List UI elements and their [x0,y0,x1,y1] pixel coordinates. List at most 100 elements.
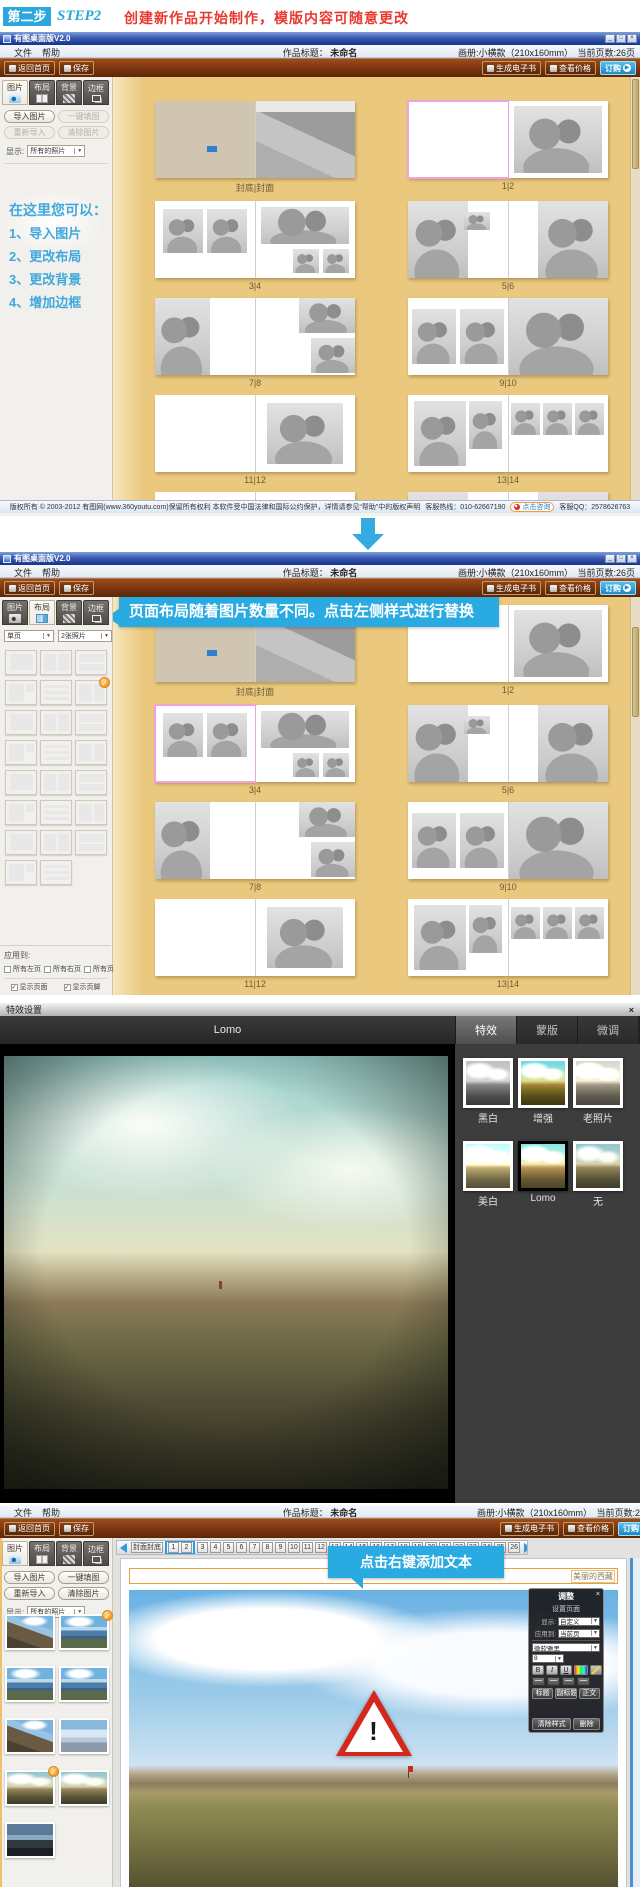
tab-边框[interactable]: 边框 [83,600,109,625]
minimize-button[interactable]: _ [605,34,615,43]
spread-3|4[interactable] [155,705,355,782]
ebook-button[interactable]: 生成电子书 [482,61,541,75]
scrollbar[interactable] [630,77,640,500]
checkbox-显示页脚[interactable]: ✓显示页脚 [64,982,101,992]
page-right[interactable] [509,802,609,879]
page-left[interactable] [408,802,509,879]
page-right[interactable] [509,899,609,976]
page-type-select[interactable]: 单页▼ [4,630,54,642]
page-right[interactable] [509,298,609,375]
subtitle-preset-button[interactable]: 副标题 [555,1688,576,1699]
page-right[interactable] [256,802,356,879]
tab-布局[interactable]: 布局 [29,80,55,105]
layout-thumbnail[interactable] [40,770,72,795]
layout-thumbnail[interactable] [5,680,37,705]
layout-thumbnail[interactable] [40,680,72,705]
next-page-icon[interactable] [524,1543,528,1553]
spread-11|12[interactable] [155,395,355,472]
page-button-12[interactable]: 12 [315,1542,327,1553]
page-right[interactable] [256,101,356,178]
tab-背景[interactable]: 背景 [56,80,82,105]
effect-无[interactable]: 无 [573,1141,623,1208]
photo-thumbnail[interactable]: ✓ [5,1770,55,1806]
close-icon[interactable]: × [596,1591,600,1598]
page-left[interactable] [155,395,256,472]
page-left[interactable] [155,705,256,782]
home-button[interactable]: 返回首页 [4,61,55,75]
page-button-6[interactable]: 6 [236,1542,247,1553]
save-button[interactable]: 保存 [59,1522,94,1536]
tab-图片[interactable]: 图片 [2,80,28,105]
tab-布局[interactable]: 布局 [29,600,55,625]
photo-thumbnail[interactable] [5,1614,55,1650]
page-button-26[interactable]: 26 [508,1542,520,1553]
spread-7|8[interactable] [155,802,355,879]
tab-边框[interactable]: 边框 [83,1541,109,1566]
button-清除图片[interactable]: 清除图片 [58,126,109,139]
align-left-button[interactable] [532,1677,545,1686]
align-justify-button[interactable] [577,1677,590,1686]
spread-13|14[interactable] [408,395,608,472]
page-button-4[interactable]: 4 [210,1542,221,1553]
button-导入图片[interactable]: 导入图片 [4,1571,55,1584]
tab-图片[interactable]: 图片 [2,1541,28,1566]
page-right[interactable] [256,298,356,375]
photo-thumbnail[interactable] [59,1770,109,1806]
ebook-button[interactable]: 生成电子书 [482,581,541,595]
page-right[interactable] [509,705,609,782]
align-right-button[interactable] [562,1677,575,1686]
spread-1|2[interactable] [408,101,608,178]
layout-thumbnail[interactable] [40,860,72,885]
effect-黑白[interactable]: 黑白 [463,1058,513,1125]
scrollbar[interactable] [630,597,640,995]
photo-thumbnail[interactable] [5,1822,55,1858]
maximize-button[interactable]: □ [616,34,626,43]
page-right[interactable] [256,395,356,472]
spread-13|14[interactable] [408,899,608,976]
nav-cover-button[interactable]: 封面封底 [131,1542,163,1553]
minimize-button[interactable]: _ [605,554,615,563]
title-preset-button[interactable]: 标题 [532,1688,553,1699]
home-button[interactable]: 返回首页 [4,1522,55,1536]
photo-thumbnail[interactable] [5,1718,55,1754]
page-left[interactable] [408,201,509,278]
display-select[interactable]: 自定义▼ [558,1617,600,1626]
maximize-button[interactable]: □ [616,554,626,563]
layout-thumbnail[interactable] [5,860,37,885]
tab-布局[interactable]: 布局 [29,1541,55,1566]
page-left[interactable] [408,395,509,472]
photo-thumbnail[interactable] [5,1666,55,1702]
page-left[interactable] [155,492,256,500]
page-left[interactable] [408,101,509,178]
button-导入图片[interactable]: 导入图片 [4,110,55,123]
layout-thumbnail[interactable] [5,800,37,825]
layout-thumbnail[interactable]: ✓ [75,680,107,705]
layout-thumbnail[interactable] [75,830,107,855]
body-preset-button[interactable]: 正文 [579,1688,600,1699]
spread-7|8[interactable] [155,298,355,375]
spread-17|18[interactable] [408,492,608,500]
text-box-value[interactable]: 美丽的西藏 [571,1570,615,1583]
layout-thumbnail[interactable] [5,740,37,765]
spread-3|4[interactable] [155,201,355,278]
page-right[interactable] [509,395,609,472]
font-color-button[interactable] [574,1665,588,1675]
ebook-button[interactable]: 生成电子书 [500,1522,559,1536]
checkbox-所有左页[interactable]: 所有左页 [4,964,41,974]
prev-page-icon[interactable] [120,1543,127,1553]
page-button-9[interactable]: 9 [275,1542,286,1553]
page-left[interactable] [408,492,509,500]
layout-thumbnail[interactable] [40,800,72,825]
save-button[interactable]: 保存 [59,61,94,75]
align-center-button[interactable] [547,1677,560,1686]
page-right[interactable] [256,201,356,278]
page-left[interactable] [155,802,256,879]
close-button[interactable]: × [627,554,637,563]
page-button-1[interactable]: 1 [168,1542,179,1553]
spread-11|12[interactable] [155,899,355,976]
page-right[interactable] [256,705,356,782]
photo-count-select[interactable]: 2张照片▼ [58,630,112,642]
effect-老照片[interactable]: 老照片 [573,1058,623,1125]
page-button-3[interactable]: 3 [197,1542,208,1553]
button-一键填图[interactable]: 一键填图 [58,110,109,123]
